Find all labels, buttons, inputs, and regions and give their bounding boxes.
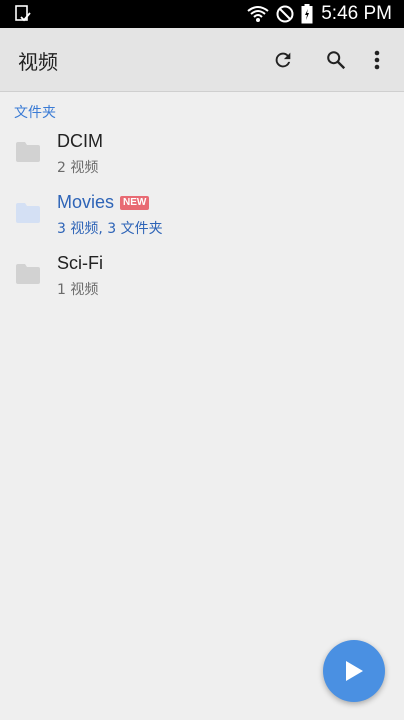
- folder-item-sci-fi[interactable]: Sci-Fi 1 视频: [0, 244, 404, 305]
- folder-item-dcim[interactable]: DCIM 2 视频: [0, 122, 404, 183]
- folder-icon: [16, 203, 40, 223]
- page-title: 视频: [18, 50, 58, 74]
- status-time: 5:46 PM: [321, 3, 392, 24]
- folder-item-movies[interactable]: Movies NEW 3 视频, 3 文件夹: [0, 183, 404, 244]
- search-icon: [327, 51, 346, 70]
- status-bar: 5:46 PM: [0, 0, 404, 28]
- folder-icon: [16, 264, 40, 284]
- status-icons: 5:46 PM: [247, 0, 392, 28]
- battery-icon: [301, 4, 313, 24]
- folder-list: DCIM 2 视频 Movies NEW 3 视频, 3 文件夹 Sci-Fi …: [0, 122, 404, 305]
- folder-meta: 1 视频: [57, 282, 99, 298]
- refresh-button[interactable]: [268, 45, 298, 75]
- do-not-disturb-icon: [276, 5, 294, 23]
- folder-meta: 3 视频, 3 文件夹: [57, 221, 163, 237]
- wifi-icon: [247, 6, 269, 22]
- section-header-folders: 文件夹: [14, 105, 56, 121]
- folder-meta: 2 视频: [57, 160, 99, 176]
- search-button[interactable]: [321, 45, 351, 75]
- folder-icon: [16, 142, 40, 162]
- app-bar: 视频: [0, 28, 404, 92]
- refresh-icon: [275, 52, 291, 68]
- new-badge: NEW: [120, 195, 150, 210]
- folder-name: Sci-Fi: [57, 253, 103, 273]
- folder-name: Movies NEW: [57, 192, 150, 213]
- play-button[interactable]: [323, 640, 385, 702]
- more-options-button[interactable]: [362, 45, 392, 75]
- folder-name: DCIM: [57, 131, 103, 151]
- device-check-icon: [15, 5, 31, 22]
- more-vert-icon: [374, 50, 380, 70]
- play-icon: [346, 661, 363, 681]
